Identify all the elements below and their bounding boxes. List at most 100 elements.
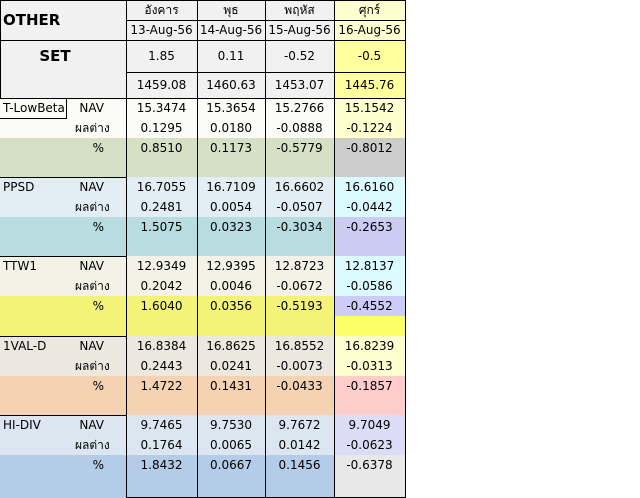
day-header-0: อังคาร xyxy=(126,0,197,20)
day-header-2: พฤหัส xyxy=(265,0,334,20)
fund-filler xyxy=(265,158,334,177)
pct-value-0: 1.4722 xyxy=(126,376,197,396)
fund-name: T-LowBeta xyxy=(3,101,65,115)
diff-value-3: -0.0623 xyxy=(334,435,405,455)
grid-line xyxy=(0,0,406,1)
fund-filler xyxy=(334,475,405,498)
diff-value-1: 0.0065 xyxy=(197,435,265,455)
row-label-2: % xyxy=(92,379,104,393)
pct-value-0: 1.6040 xyxy=(126,296,197,316)
diff-value-2: -0.0507 xyxy=(265,197,334,217)
nav-value-3: 16.8239 xyxy=(334,336,405,356)
row-label-1: ผลต่าง xyxy=(75,199,110,214)
grid-line xyxy=(197,0,198,498)
diff-value-0: 0.1764 xyxy=(126,435,197,455)
nav-value-1: 16.7109 xyxy=(197,177,265,197)
fund-name: TTW1 xyxy=(3,259,37,273)
pct-value-1: 0.0667 xyxy=(197,455,265,475)
nav-value-1: 12.9395 xyxy=(197,256,265,276)
fund-name: 1VAL-D xyxy=(3,339,47,353)
fund-filler xyxy=(197,396,265,415)
fund-filler xyxy=(126,316,197,336)
diff-value-0: 0.2042 xyxy=(126,276,197,296)
diff-value-3: -0.0586 xyxy=(334,276,405,296)
pct-value-2: -0.3034 xyxy=(265,217,334,237)
diff-value-3: -0.0313 xyxy=(334,356,405,376)
set-label: SET xyxy=(39,47,71,65)
grid-line xyxy=(126,0,127,498)
nav-value-3: 16.6160 xyxy=(334,177,405,197)
fund-filler xyxy=(265,237,334,256)
pct-value-2: -0.5779 xyxy=(265,138,334,158)
nav-value-2: 16.8552 xyxy=(265,336,334,356)
grid-line xyxy=(0,98,126,99)
fund-filler xyxy=(126,158,197,177)
grid-line xyxy=(0,177,126,178)
pct-value-2: 0.1456 xyxy=(265,455,334,475)
pct-value-3: -0.1857 xyxy=(334,376,405,396)
date-header-3: 16-Aug-56 xyxy=(334,20,405,40)
nav-value-1: 16.8625 xyxy=(197,336,265,356)
row-label-0: NAV xyxy=(79,101,104,115)
set-index-3: 1445.76 xyxy=(334,72,405,98)
row-label-2: % xyxy=(92,299,104,313)
nav-value-0: 16.7055 xyxy=(126,177,197,197)
nav-value-1: 15.3654 xyxy=(197,98,265,118)
diff-value-3: -0.0442 xyxy=(334,197,405,217)
grid-line xyxy=(0,336,126,337)
diff-value-1: 0.0046 xyxy=(197,276,265,296)
fund-filler xyxy=(334,396,405,415)
set-index-1: 1460.63 xyxy=(197,72,265,98)
date-header-1: 14-Aug-56 xyxy=(197,20,265,40)
fund-filler xyxy=(334,158,405,177)
row-label-1: ผลต่าง xyxy=(75,437,110,452)
grid-line xyxy=(126,40,406,41)
row-label-2: % xyxy=(92,141,104,155)
set-index-0: 1459.08 xyxy=(126,72,197,98)
grid-line xyxy=(0,118,67,119)
pct-value-0: 1.5075 xyxy=(126,217,197,237)
grid-line xyxy=(334,0,335,498)
diff-value-2: -0.0888 xyxy=(265,118,334,138)
nav-value-0: 12.9349 xyxy=(126,256,197,276)
nav-value-2: 9.7672 xyxy=(265,415,334,435)
row-label-2: % xyxy=(92,220,104,234)
day-header-1: พุธ xyxy=(197,0,265,20)
diff-value-0: 0.1295 xyxy=(126,118,197,138)
nav-value-2: 16.6602 xyxy=(265,177,334,197)
row-label-1: ผลต่าง xyxy=(75,120,110,135)
set-change-3: -0.5 xyxy=(334,40,405,72)
pct-value-1: 0.0323 xyxy=(197,217,265,237)
grid-line xyxy=(0,0,1,98)
set-change-0: 1.85 xyxy=(126,40,197,72)
pct-value-3: -0.8012 xyxy=(334,138,405,158)
nav-value-0: 15.3474 xyxy=(126,98,197,118)
pct-value-0: 0.8510 xyxy=(126,138,197,158)
pct-value-1: 0.0356 xyxy=(197,296,265,316)
nav-value-3: 15.1542 xyxy=(334,98,405,118)
grid-line xyxy=(126,72,406,73)
diff-value-1: 0.0180 xyxy=(197,118,265,138)
pct-value-2: -0.0433 xyxy=(265,376,334,396)
sheet-title: OTHER xyxy=(0,0,126,40)
row-label-0: NAV xyxy=(79,180,104,194)
nav-value-2: 15.2766 xyxy=(265,98,334,118)
fund-filler xyxy=(265,475,334,498)
fund-name: PPSD xyxy=(3,180,35,194)
diff-value-0: 0.2481 xyxy=(126,197,197,217)
grid-line xyxy=(265,0,266,498)
row-label-2: % xyxy=(92,458,104,472)
set-change-1: 0.11 xyxy=(197,40,265,72)
set-index-2: 1453.07 xyxy=(265,72,334,98)
pct-value-3: -0.2653 xyxy=(334,217,405,237)
fund-filler xyxy=(197,316,265,336)
grid-line xyxy=(126,20,406,21)
row-label-0: NAV xyxy=(79,418,104,432)
pct-value-1: 0.1173 xyxy=(197,138,265,158)
set-change-2: -0.52 xyxy=(265,40,334,72)
fund-filler xyxy=(126,237,197,256)
fund-name: HI-DIV xyxy=(3,418,41,432)
pct-value-3: -0.6378 xyxy=(334,455,405,475)
diff-value-1: 0.0241 xyxy=(197,356,265,376)
row-label-0: NAV xyxy=(79,259,104,273)
